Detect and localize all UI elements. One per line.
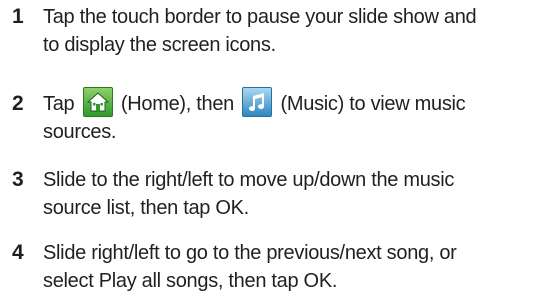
step-line: select Play all songs, then tap OK. <box>43 270 338 292</box>
step-line: Slide right/left to go to the previous/n… <box>43 242 457 264</box>
step-line: Tap (Home), then (Music) to view music <box>43 86 543 118</box>
step-text: Tap (Home), then (Music) to view music s… <box>43 86 543 146</box>
step-number: 4 <box>12 241 24 264</box>
step-number: 1 <box>12 5 24 28</box>
step-line: Tap the touch border to pause your slide… <box>43 6 477 28</box>
step-text-music: (Music) to view music <box>280 93 466 115</box>
step-number: 2 <box>12 92 24 115</box>
step-number: 3 <box>12 168 24 191</box>
step-text: Tap the touch border to pause your slide… <box>43 3 543 59</box>
step-line: sources. <box>43 121 117 143</box>
step-line: Slide to the right/left to move up/down … <box>43 169 455 191</box>
home-icon <box>82 86 113 117</box>
step-text: Slide right/left to go to the previous/n… <box>43 239 543 295</box>
step-text-home: (Home), then <box>120 93 234 115</box>
music-note-icon <box>242 86 273 117</box>
step-text-tap: Tap <box>43 93 75 115</box>
step-text: Slide to the right/left to move up/down … <box>43 166 543 222</box>
step-line: source list, then tap OK. <box>43 197 249 219</box>
step-line: to display the screen icons. <box>43 34 276 56</box>
